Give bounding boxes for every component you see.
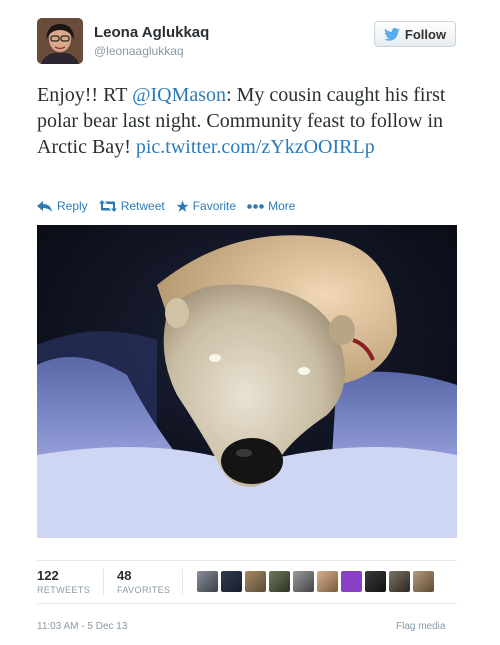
stats-divider (182, 569, 183, 595)
user-avatar[interactable] (37, 18, 83, 64)
favorite-label: Favorite (192, 199, 237, 213)
follow-label: Follow (404, 26, 447, 42)
star-icon (176, 200, 189, 213)
favoriter-avatar[interactable] (365, 571, 386, 592)
tweet-stats: 122 RETWEETS 48 FAVORITES (37, 560, 457, 604)
retweets-label: RETWEETS (37, 585, 91, 595)
favoriter-avatar[interactable] (317, 571, 338, 592)
favorites-count: 48 (117, 568, 132, 583)
user-handle[interactable]: @leonaaglukkaq (94, 44, 184, 58)
favoriter-avatar[interactable] (269, 571, 290, 592)
reply-icon (37, 200, 53, 212)
favoriter-avatar[interactable] (389, 571, 410, 592)
favoriter-avatar[interactable] (221, 571, 242, 592)
tweet-card: Leona Aglukkaq @leonaaglukkaq Follow Enj… (0, 0, 500, 645)
favoriter-avatar[interactable] (293, 571, 314, 592)
favoriter-avatar[interactable] (341, 571, 362, 592)
retweets-count: 122 (37, 568, 59, 583)
tweet-text-pre: Enjoy!! RT (37, 84, 133, 106)
retweet-action[interactable]: Retweet (98, 199, 165, 213)
favorites-label: FAVORITES (117, 585, 171, 595)
favoriter-avatars (197, 571, 434, 592)
user-name[interactable]: Leona Aglukkaq (94, 24, 209, 41)
favorites-stat[interactable]: 48 FAVORITES (117, 568, 170, 595)
stats-divider (103, 569, 104, 595)
favorite-action[interactable]: Favorite (176, 199, 236, 213)
favoriter-avatar[interactable] (197, 571, 218, 592)
flag-media-link[interactable]: Flag media (396, 621, 445, 632)
favoriter-avatar[interactable] (245, 571, 266, 592)
twitter-bird-icon (384, 27, 400, 41)
more-label: More (268, 199, 296, 213)
more-dots-icon (247, 203, 264, 209)
mention-link[interactable]: @IQMason (132, 84, 226, 106)
more-action[interactable]: More (247, 199, 295, 213)
tweet-text: Enjoy!! RT @IQMason: My cousin caught hi… (37, 82, 457, 160)
media-link[interactable]: pic.twitter.com/zYkzOOIRLp (136, 136, 375, 158)
tweet-timestamp[interactable]: 11:03 AM - 5 Dec 13 (37, 621, 127, 632)
retweets-stat[interactable]: 122 RETWEETS (37, 568, 90, 595)
retweet-label: Retweet (120, 199, 165, 213)
retweet-icon (98, 200, 117, 212)
follow-button[interactable]: Follow (374, 21, 456, 47)
favoriter-avatar[interactable] (413, 571, 434, 592)
reply-action[interactable]: Reply (37, 199, 88, 213)
tweet-actions: Reply Retweet Favorite More (37, 199, 306, 213)
reply-label: Reply (57, 199, 88, 213)
tweet-photo[interactable] (37, 225, 457, 538)
